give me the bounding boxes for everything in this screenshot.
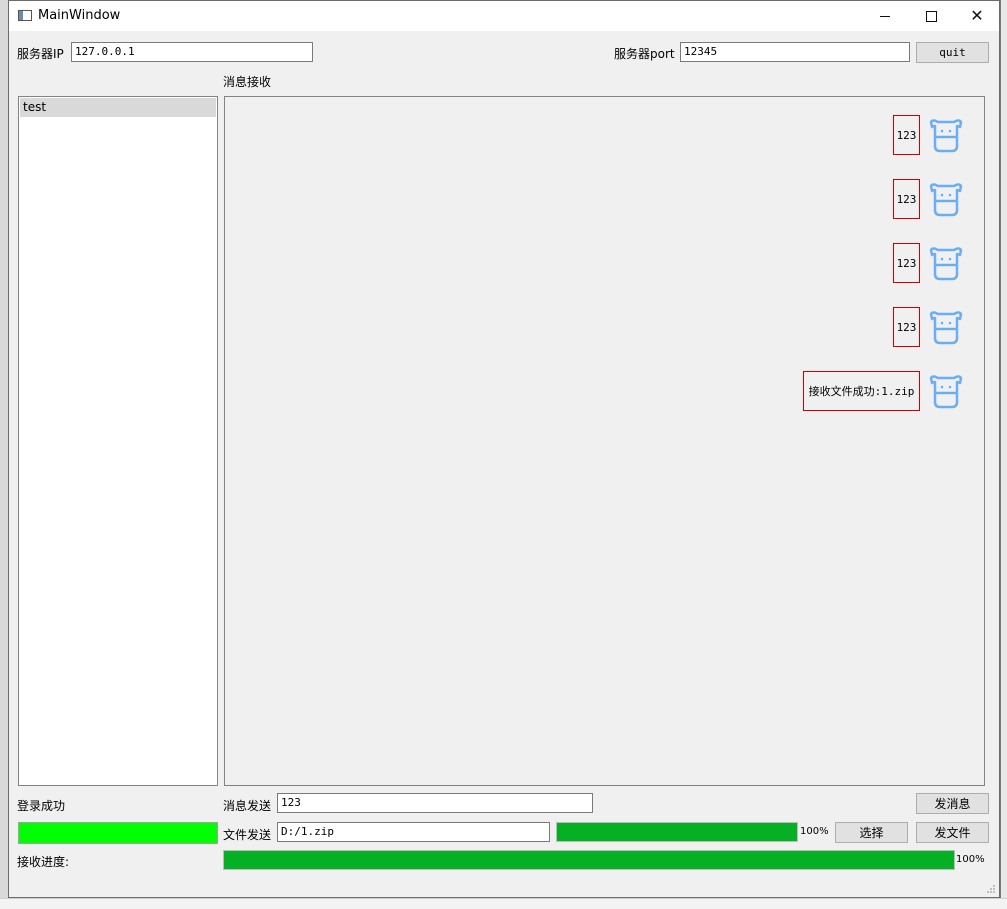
message-input[interactable]: 123: [277, 793, 593, 813]
close-icon: ✕: [970, 6, 984, 25]
login-status-label: 登录成功: [17, 799, 66, 813]
send-file-progress-bar: [556, 822, 798, 842]
background-window-edge-right: [1001, 0, 1007, 908]
main-window: MainWindow ✕ 服务器IP 127.0.0.1 服务器port 123…: [8, 0, 1000, 898]
close-button[interactable]: ✕: [954, 1, 1000, 31]
server-port-label: 服务器port: [614, 47, 675, 61]
minimize-icon: [880, 15, 890, 17]
send-file-progress-text: 100%: [800, 826, 829, 837]
choose-file-button[interactable]: 选择: [835, 822, 908, 843]
send-file-label: 文件发送: [223, 828, 272, 842]
file-path-input[interactable]: D:/1.zip: [277, 822, 550, 842]
status-indicator: [18, 822, 218, 844]
maximize-icon: [925, 10, 937, 22]
maximize-button[interactable]: [908, 1, 954, 31]
cow-avatar-icon: [929, 247, 963, 281]
background-window-edge: [0, 0, 8, 908]
message-bubble: 123: [893, 115, 920, 155]
send-file-button[interactable]: 发文件: [916, 822, 989, 843]
receive-progress-bar: [223, 850, 955, 870]
user-list[interactable]: test: [18, 96, 218, 786]
message-bubble: 接收文件成功:1.zip: [803, 371, 920, 411]
message-bubble: 123: [893, 307, 920, 347]
resize-grip-icon[interactable]: [986, 884, 996, 894]
server-ip-label: 服务器IP: [17, 47, 64, 61]
receive-label: 消息接收: [223, 75, 272, 89]
send-message-button[interactable]: 发消息: [916, 793, 989, 814]
cow-avatar-icon: [929, 183, 963, 217]
server-ip-input[interactable]: 127.0.0.1: [71, 42, 313, 62]
app-icon: [18, 10, 32, 21]
server-port-input[interactable]: 12345: [680, 42, 910, 62]
message-bubble: 123: [893, 179, 920, 219]
minimize-button[interactable]: [862, 1, 908, 31]
receive-progress-text: 100%: [956, 854, 985, 865]
cow-avatar-icon: [929, 375, 963, 409]
send-file-progress-fill: [557, 823, 797, 841]
receive-progress-fill: [224, 851, 954, 869]
quit-button[interactable]: quit: [916, 42, 989, 63]
background-taskbar-edge: [0, 898, 1007, 909]
title-bar[interactable]: MainWindow ✕: [9, 1, 999, 31]
message-area[interactable]: 123 123 123 123 接收文件成功:1.zip: [224, 96, 985, 786]
message-bubble: 123: [893, 243, 920, 283]
receive-progress-label: 接收进度:: [17, 855, 70, 869]
cow-avatar-icon: [929, 119, 963, 153]
cow-avatar-icon: [929, 311, 963, 345]
list-item[interactable]: test: [20, 98, 216, 117]
window-title: MainWindow: [38, 8, 121, 23]
send-message-label: 消息发送: [223, 799, 272, 813]
